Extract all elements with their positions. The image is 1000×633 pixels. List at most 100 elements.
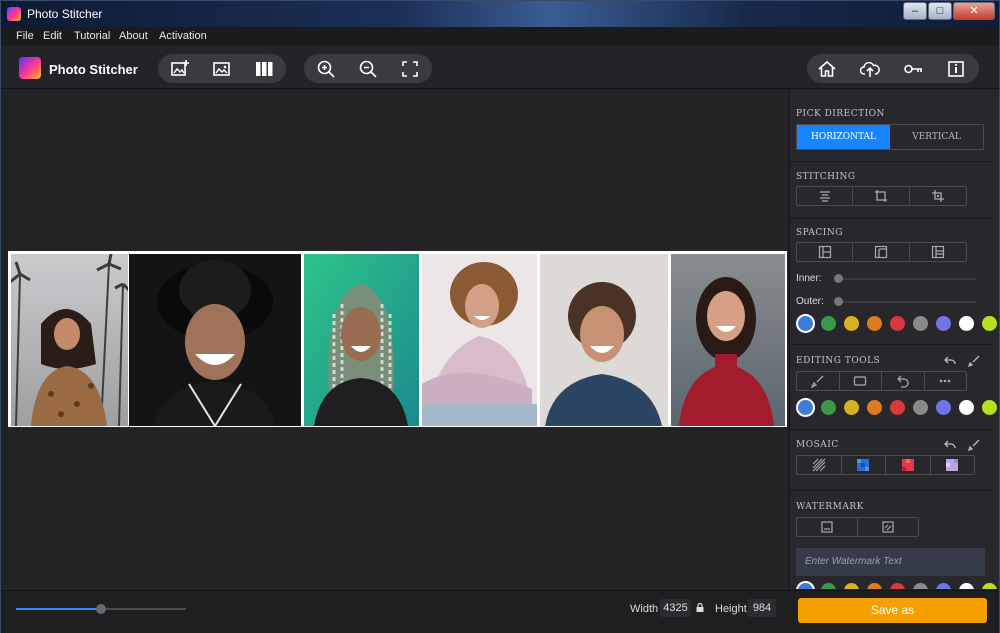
color-swatch[interactable] [959,583,974,589]
more-icon[interactable] [925,372,967,390]
width-label: Width [630,603,659,615]
mosaic-blue-icon[interactable] [842,456,886,474]
color-swatch[interactable] [913,583,928,589]
app-window: Photo Stitcher – □ ✕ File Edit Tutorial … [0,0,1000,633]
color-swatch[interactable] [913,400,928,415]
height-label: Height [715,603,747,615]
color-swatch[interactable] [959,400,974,415]
menu-edit[interactable]: Edit [43,30,62,42]
spacing-inner-icon[interactable] [853,243,910,261]
info-icon[interactable] [938,54,974,83]
preview-canvas[interactable] [8,90,788,589]
undo-icon[interactable] [882,372,925,390]
color-swatch[interactable] [798,316,813,331]
rectangle-icon[interactable] [840,372,882,390]
spacing-options [796,242,967,262]
color-swatch[interactable] [867,400,882,415]
horizontal-option[interactable]: HORIZONTAL [797,125,890,149]
watermark-options [796,517,919,537]
color-swatch[interactable] [982,583,997,589]
color-swatch[interactable] [913,316,928,331]
photo-woman-palm-trees[interactable] [9,253,131,427]
color-swatch[interactable] [798,400,813,415]
window-title: Photo Stitcher [27,7,103,21]
pattern-lines-icon[interactable] [797,456,842,474]
menu-file[interactable]: File [16,30,34,42]
mosaic-options [796,455,975,475]
clear-brush-icon[interactable] [968,355,980,367]
color-swatch[interactable] [821,316,836,331]
color-swatch[interactable] [890,400,905,415]
zoom-slider[interactable] [16,604,186,614]
zoom-in-icon[interactable] [308,54,344,83]
columns-icon[interactable] [246,54,282,83]
lock-icon[interactable] [696,603,704,612]
color-swatch[interactable] [982,316,997,331]
mosaic-undo-icon[interactable] [944,439,956,451]
photo-woman-red-top[interactable] [671,254,785,426]
color-swatch[interactable] [867,583,882,589]
photo-woman-pink-sweater[interactable] [422,254,537,426]
text-watermark-icon[interactable] [797,518,858,536]
spacing-right-icon[interactable] [910,243,966,261]
add-image-icon[interactable] [162,54,198,83]
menu-about[interactable]: About [119,30,148,42]
close-button[interactable]: ✕ [953,2,995,20]
undo-small-icon[interactable] [944,355,956,367]
menu-tutorial[interactable]: Tutorial [74,30,110,42]
maximize-button[interactable]: □ [928,2,952,20]
image-watermark-icon[interactable] [858,518,919,536]
color-swatch[interactable] [936,316,951,331]
color-swatch[interactable] [867,316,882,331]
inner-slider-knob[interactable] [834,274,843,283]
color-swatch[interactable] [936,583,951,589]
color-swatch[interactable] [959,316,974,331]
color-swatch[interactable] [844,316,859,331]
zoom-slider-knob[interactable] [96,604,106,614]
color-swatch[interactable] [982,400,997,415]
fit-screen-icon[interactable] [392,54,428,83]
spacing-title: SPACING [796,228,843,238]
photo-man-blue-sweater[interactable] [540,254,668,426]
upload-icon[interactable] [852,54,888,83]
photo-woman-braids[interactable] [304,254,419,426]
color-swatch[interactable] [936,400,951,415]
outer-slider-knob[interactable] [834,297,843,306]
color-swatch[interactable] [844,583,859,589]
zoom-out-icon[interactable] [350,54,386,83]
height-field[interactable]: 984 [748,599,776,617]
home-icon[interactable] [809,54,845,83]
vertical-option[interactable]: VERTICAL [890,125,983,149]
save-as-button[interactable]: Save as [798,598,987,623]
align-center-icon[interactable] [797,187,854,205]
mosaic-clear-icon[interactable] [968,439,980,451]
image-tools-group [158,54,286,83]
inner-label: Inner: [796,273,822,284]
crop-icon[interactable] [853,187,910,205]
menu-activation[interactable]: Activation [159,30,207,42]
replace-image-icon[interactable] [204,54,240,83]
crop-alt-icon[interactable] [910,187,966,205]
divider [790,344,990,345]
color-swatch[interactable] [890,583,905,589]
spacing-color-swatches [798,316,999,331]
outer-slider[interactable] [834,297,976,306]
inner-slider[interactable] [834,274,976,283]
mosaic-lilac-icon[interactable] [931,456,975,474]
spacing-left-icon[interactable] [797,243,854,261]
watermark-text-input[interactable]: Enter Watermark Text [796,548,985,576]
stitched-image[interactable] [8,251,787,428]
mosaic-red-icon[interactable] [886,456,931,474]
minimize-button[interactable]: – [903,2,927,20]
pick-direction-title: PICK DIRECTION [796,109,885,119]
color-swatch[interactable] [798,583,813,589]
color-swatch[interactable] [821,400,836,415]
color-swatch[interactable] [844,400,859,415]
color-swatch[interactable] [821,583,836,589]
photo-man-hat-smiling[interactable] [129,254,301,428]
width-field[interactable]: 4325 [660,599,691,617]
color-swatch[interactable] [890,316,905,331]
brush-icon[interactable] [797,372,840,390]
key-icon[interactable] [895,54,931,83]
zoom-tools-group [304,54,432,83]
